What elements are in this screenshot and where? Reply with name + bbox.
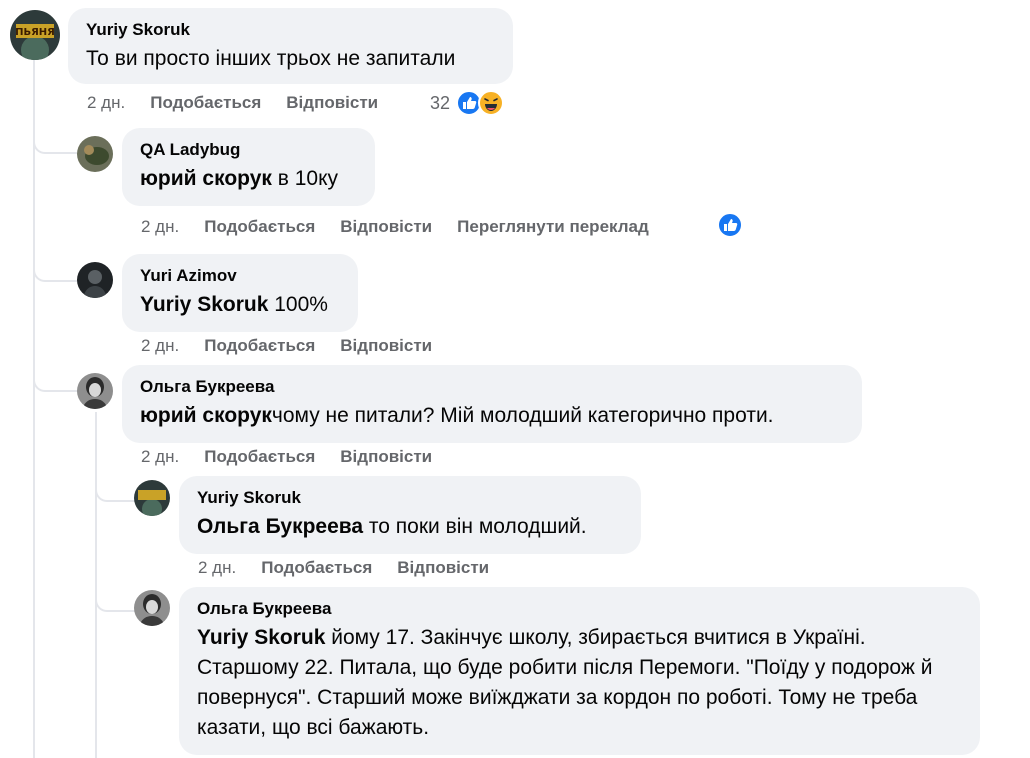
thread-branch — [95, 578, 135, 612]
avatar-logo-text: ПЬЯНЯ — [15, 27, 55, 38]
avatar[interactable] — [134, 590, 170, 626]
comment-actions: 2 дн. Подобається Відповісти — [87, 93, 403, 113]
avatar-image — [134, 480, 170, 516]
avatar[interactable]: ПЬЯНЯ — [10, 10, 60, 60]
comment-time[interactable]: 2 дн. — [141, 217, 179, 237]
comment-time[interactable]: 2 дн. — [87, 93, 125, 113]
thread-line-main — [33, 60, 35, 758]
avatar-image — [77, 373, 113, 409]
mention-link[interactable]: юрий скорук — [140, 167, 272, 190]
like-button[interactable]: Подобається — [204, 217, 315, 237]
comment-author[interactable]: Yuri Azimov — [140, 265, 340, 287]
comment-body: То ви просто інших трьох не запитали — [86, 47, 456, 70]
comment-time[interactable]: 2 дн. — [141, 447, 179, 467]
comment-bubble: Yuri Azimov Yuriy Skoruk 100% — [122, 254, 358, 332]
mention-link[interactable]: Ольга Букреева — [197, 515, 363, 538]
avatar[interactable] — [77, 373, 113, 409]
thread-branch — [33, 358, 77, 392]
thread-branch — [33, 248, 77, 282]
comment-bubble: QA Ladybug юрий скорук в 10ку — [122, 128, 375, 206]
reaction-summary[interactable] — [717, 212, 743, 238]
comment-text: Yuriy Skoruk йому 17. Закінчує школу, зб… — [197, 623, 962, 743]
like-reaction-icon — [717, 212, 743, 238]
haha-reaction-icon — [478, 90, 505, 116]
comment-body: 100% — [268, 293, 328, 316]
comment-bubble: Yuriy Skoruk То ви просто інших трьох не… — [68, 8, 513, 84]
comment-bubble: Ольга Букреева Yuriy Skoruk йому 17. Зак… — [179, 587, 980, 755]
comment-text: Yuriy Skoruk 100% — [140, 290, 340, 320]
reply-button[interactable]: Відповісти — [340, 447, 432, 467]
comment-actions: 2 дн. Подобається Відповісти — [198, 558, 514, 578]
thread-branch — [95, 468, 135, 502]
comment-text: юрий скорук в 10ку — [140, 164, 357, 194]
see-translation-button[interactable]: Переглянути переклад — [457, 217, 649, 237]
comment-time[interactable]: 2 дн. — [141, 336, 179, 356]
comment-time[interactable]: 2 дн. — [198, 558, 236, 578]
reply-button[interactable]: Відповісти — [340, 217, 432, 237]
comment-body: в 10ку — [271, 167, 339, 190]
mention-link[interactable]: Yuriy Skoruk — [197, 626, 325, 649]
comment-text: Ольга Букреева то поки він молодший. — [197, 512, 623, 542]
mention-link[interactable]: юрий скорук — [140, 404, 272, 427]
avatar-image — [77, 262, 113, 298]
avatar-image: ПЬЯНЯ — [10, 10, 60, 60]
reply-button[interactable]: Відповісти — [340, 336, 432, 356]
mention-link[interactable]: Yuriy Skoruk — [140, 293, 268, 316]
comment-text: юрий скорукчому не питали? Мій молодший … — [140, 401, 844, 431]
comment-body: чому не питали? Мій молодший категорично… — [271, 404, 774, 427]
reply-button[interactable]: Відповісти — [286, 93, 378, 113]
like-button[interactable]: Подобається — [204, 447, 315, 467]
reaction-summary[interactable]: 32 — [430, 90, 505, 116]
like-button[interactable]: Подобається — [150, 93, 261, 113]
comment-bubble: Ольга Букреева юрий скорукчому не питали… — [122, 365, 862, 443]
comment-author[interactable]: Yuriy Skoruk — [86, 19, 495, 41]
comment-author[interactable]: Ольга Букреева — [197, 598, 962, 620]
reaction-count: 32 — [430, 92, 451, 113]
comment-actions: 2 дн. Подобається Відповісти — [141, 447, 457, 467]
comment-author[interactable]: QA Ladybug — [140, 139, 357, 161]
comment-actions: 2 дн. Подобається Відповісти — [141, 336, 457, 356]
reply-button[interactable]: Відповісти — [397, 558, 489, 578]
comment-author[interactable]: Yuriy Skoruk — [197, 487, 623, 509]
avatar-image — [134, 590, 170, 626]
avatar[interactable] — [134, 480, 170, 516]
comment-author[interactable]: Ольга Букреева — [140, 376, 844, 398]
avatar-image — [77, 136, 113, 172]
comment-body: то поки він молодший. — [363, 515, 587, 538]
comment-text: То ви просто інших трьох не запитали — [86, 44, 495, 74]
like-button[interactable]: Подобається — [261, 558, 372, 578]
thread-branch — [33, 120, 77, 154]
avatar[interactable] — [77, 262, 113, 298]
comment-actions: 2 дн. Подобається Відповісти Переглянути… — [141, 217, 674, 237]
comment-bubble: Yuriy Skoruk Ольга Букреева то поки він … — [179, 476, 641, 554]
like-button[interactable]: Подобається — [204, 336, 315, 356]
avatar[interactable] — [77, 136, 113, 172]
